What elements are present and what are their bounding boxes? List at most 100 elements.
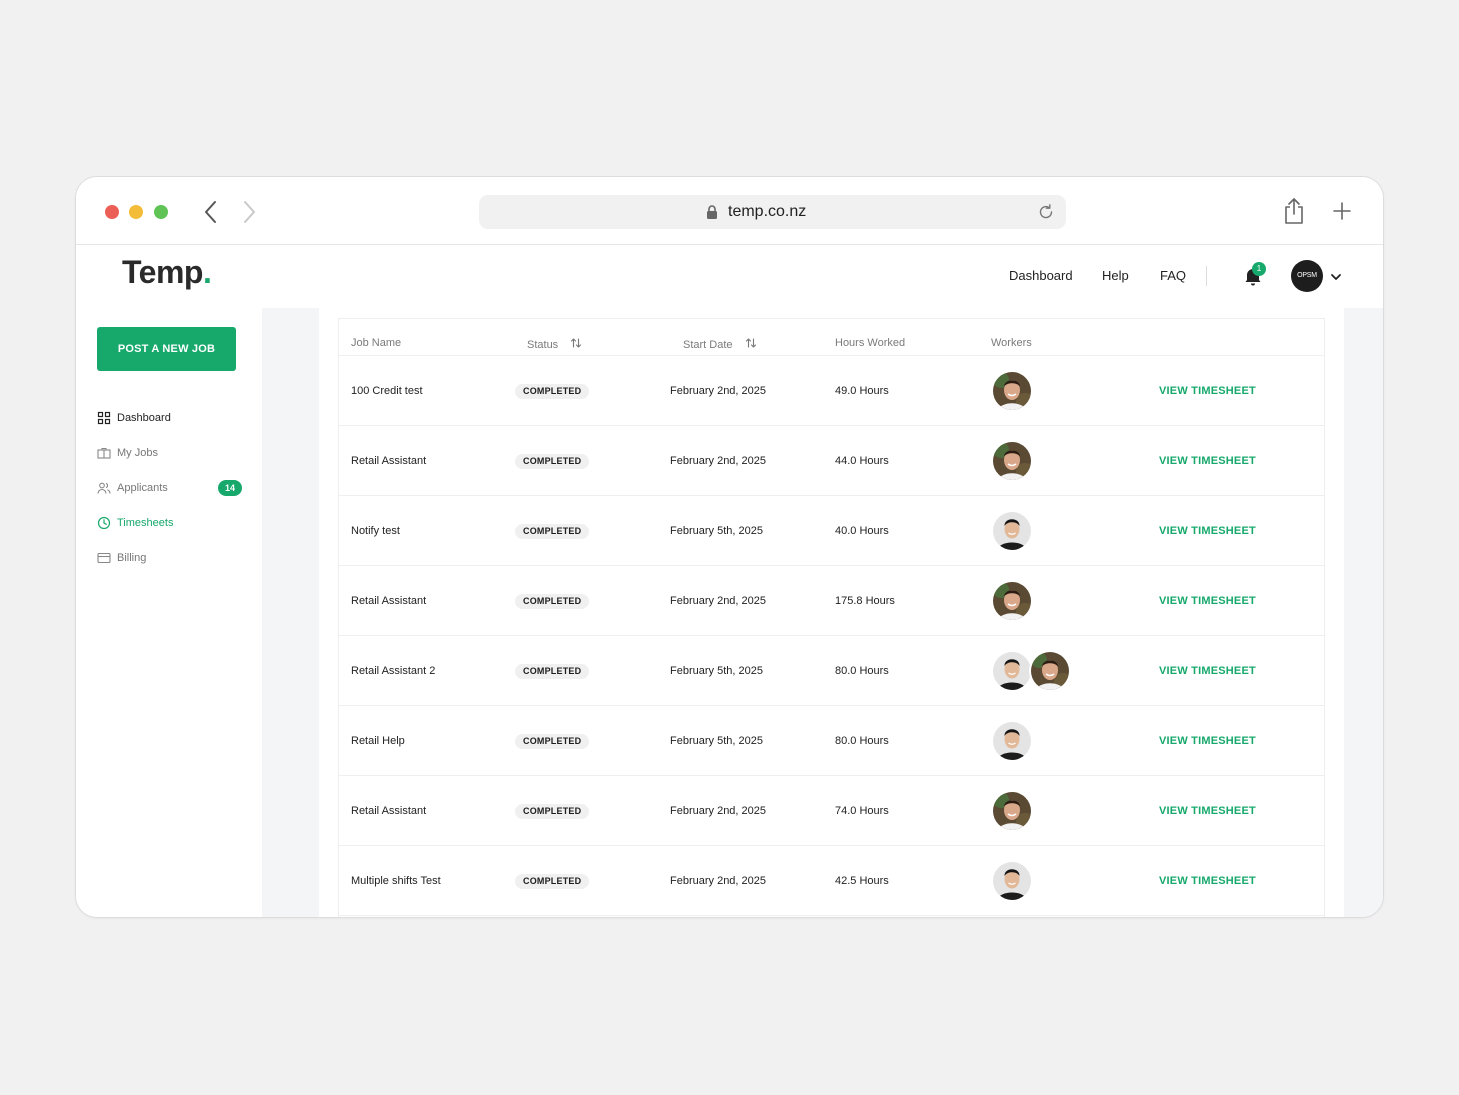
hours-worked: 40.0 Hours (835, 525, 889, 537)
grid-icon (97, 411, 111, 425)
table-row: 100 Credit test COMPLETED February 2nd, … (339, 356, 1324, 426)
worker-avatar[interactable] (991, 510, 1033, 552)
status-badge: COMPLETED (515, 734, 590, 749)
sort-icon[interactable] (570, 337, 582, 352)
worker-avatar[interactable] (991, 650, 1033, 692)
worker-avatar[interactable] (991, 860, 1033, 902)
view-timesheet-link[interactable]: VIEW TIMESHEET (1159, 735, 1256, 747)
worker-avatar[interactable] (991, 790, 1033, 832)
view-timesheet-link[interactable]: VIEW TIMESHEET (1159, 385, 1256, 397)
chevron-down-icon[interactable] (1330, 270, 1342, 288)
worker-avatar[interactable] (1029, 650, 1071, 692)
job-name: Retail Help (351, 735, 405, 747)
view-timesheet-link[interactable]: VIEW TIMESHEET (1159, 665, 1256, 677)
table-row: Retail Help COMPLETED February 5th, 2025… (339, 706, 1324, 776)
temp-logo[interactable]: Temp. (122, 254, 212, 291)
lock-icon (706, 204, 718, 225)
content-gutter-right (1344, 308, 1383, 917)
worker-avatar[interactable] (991, 370, 1033, 412)
worker-avatars (991, 510, 1033, 552)
start-date: February 5th, 2025 (670, 665, 763, 677)
start-date: February 2nd, 2025 (670, 385, 767, 397)
worker-avatars (991, 370, 1033, 412)
table-row: Retail Assistant 2 COMPLETED February 5t… (339, 636, 1324, 706)
column-header-hours-worked: Hours Worked (835, 337, 906, 349)
notification-badge: 1 (1252, 262, 1266, 276)
worker-avatars (991, 790, 1033, 832)
content-gutter-left (262, 308, 319, 917)
back-arrow-icon[interactable] (200, 198, 224, 226)
sidebar-item-dashboard[interactable]: Dashboard (97, 408, 242, 428)
new-tab-icon[interactable] (1332, 201, 1352, 226)
main-content: Job Name Status Start Date Hours Worked … (319, 308, 1344, 917)
hours-worked: 49.0 Hours (835, 385, 889, 397)
status-badge: COMPLETED (515, 804, 590, 819)
account-avatar[interactable]: OPSM (1291, 260, 1323, 292)
job-name: Retail Assistant 2 (351, 665, 436, 677)
clock-icon (97, 516, 111, 530)
hours-worked: 44.0 Hours (835, 455, 889, 467)
minimize-window-button[interactable] (129, 205, 143, 219)
view-timesheet-link[interactable]: VIEW TIMESHEET (1159, 525, 1256, 537)
table-row: Multiple shifts Test COMPLETED February … (339, 846, 1324, 916)
column-header-job-name: Job Name (351, 337, 402, 349)
status-badge: COMPLETED (515, 664, 590, 679)
sidebar-item-label: Timesheets (117, 517, 174, 529)
sidebar-item-label: Billing (117, 552, 147, 564)
briefcase-icon (97, 446, 111, 460)
users-icon (97, 481, 111, 495)
job-name: Retail Assistant (351, 595, 427, 607)
worker-avatar[interactable] (991, 440, 1033, 482)
table-row: Notify test COMPLETED February 5th, 2025… (339, 496, 1324, 566)
view-timesheet-link[interactable]: VIEW TIMESHEET (1159, 455, 1256, 467)
job-name: Notify test (351, 525, 400, 537)
sidebar-item-label: Dashboard (117, 412, 171, 424)
start-date: February 2nd, 2025 (670, 875, 767, 887)
nav-faq-link[interactable]: FAQ (1160, 268, 1186, 283)
hours-worked: 42.5 Hours (835, 875, 889, 887)
sidebar-item-my-jobs[interactable]: My Jobs (97, 443, 242, 463)
start-date: February 2nd, 2025 (670, 595, 767, 607)
nav-help-link[interactable]: Help (1102, 268, 1129, 283)
share-icon[interactable] (1283, 197, 1305, 230)
maximize-window-button[interactable] (154, 205, 168, 219)
hours-worked: 80.0 Hours (835, 735, 889, 747)
worker-avatars (991, 440, 1033, 482)
status-badge: COMPLETED (515, 524, 590, 539)
sort-icon[interactable] (745, 337, 757, 352)
start-date: February 5th, 2025 (670, 525, 763, 537)
address-bar[interactable]: temp.co.nz (479, 195, 1066, 229)
view-timesheet-link[interactable]: VIEW TIMESHEET (1159, 875, 1256, 887)
sidebar-item-timesheets[interactable]: Timesheets (97, 513, 242, 533)
sidebar-item-applicants[interactable]: Applicants 14 (97, 478, 242, 498)
post-new-job-button[interactable]: POST A NEW JOB (97, 327, 236, 371)
reload-icon[interactable] (1036, 202, 1056, 227)
browser-toolbar: temp.co.nz (76, 177, 1383, 245)
worker-avatar[interactable] (991, 720, 1033, 762)
nav-dashboard-link[interactable]: Dashboard (1009, 268, 1073, 283)
timesheets-table: Job Name Status Start Date Hours Worked … (338, 318, 1325, 917)
table-row: Retail Assistant COMPLETED February 2nd,… (339, 776, 1324, 846)
column-header-start-date[interactable]: Start Date (683, 337, 757, 352)
job-name: Retail Assistant (351, 805, 427, 817)
worker-avatar[interactable] (991, 580, 1033, 622)
card-icon (97, 551, 111, 565)
table-row: Retail Assistant COMPLETED February 2nd,… (339, 566, 1324, 636)
column-header-status[interactable]: Status (527, 337, 582, 352)
view-timesheet-link[interactable]: VIEW TIMESHEET (1159, 805, 1256, 817)
view-timesheet-link[interactable]: VIEW TIMESHEET (1159, 595, 1256, 607)
applicants-count-badge: 14 (218, 480, 242, 496)
start-date: February 5th, 2025 (670, 735, 763, 747)
worker-avatars (991, 580, 1033, 622)
sidebar-item-billing[interactable]: Billing (97, 548, 242, 568)
worker-avatars (991, 650, 1071, 692)
status-badge: COMPLETED (515, 594, 590, 609)
browser-window: temp.co.nz Temp. Dashboard Help FAQ 1 OP… (75, 176, 1384, 918)
status-badge: COMPLETED (515, 874, 590, 889)
status-badge: COMPLETED (515, 384, 590, 399)
worker-avatars (991, 720, 1033, 762)
start-date: February 2nd, 2025 (670, 805, 767, 817)
close-window-button[interactable] (105, 205, 119, 219)
sidebar-item-label: Applicants (117, 482, 168, 494)
forward-arrow-icon[interactable] (238, 198, 262, 226)
